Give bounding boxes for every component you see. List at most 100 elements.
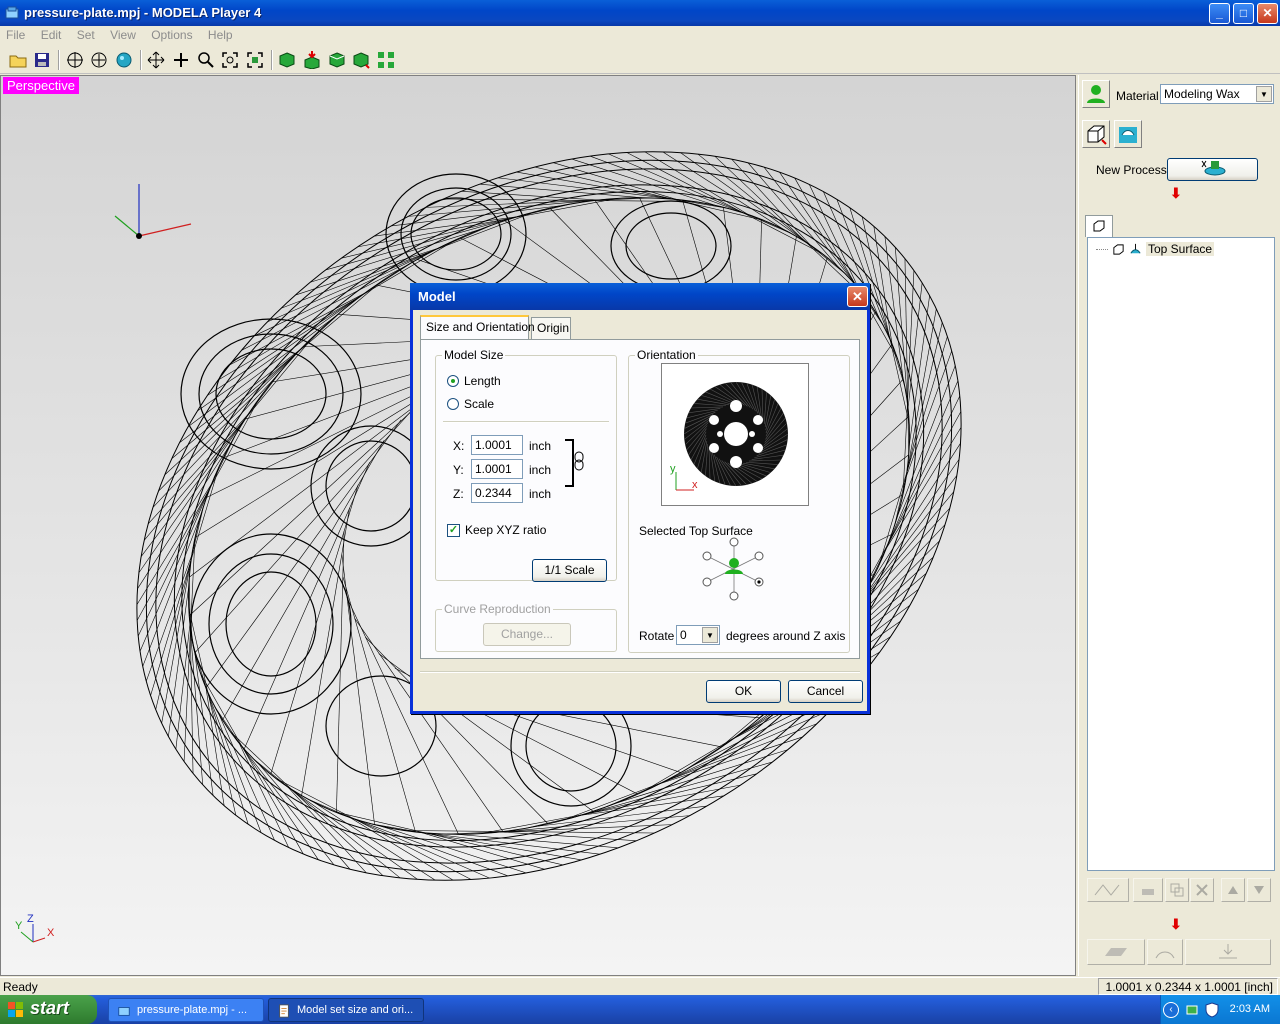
render-sphere-icon[interactable] bbox=[113, 49, 135, 71]
menu-bar: File Edit Set View Options Help bbox=[0, 26, 1280, 44]
x-label: X: bbox=[453, 439, 465, 453]
open-folder-icon[interactable] bbox=[7, 49, 29, 71]
tab-size-orientation[interactable]: Size and Orientation bbox=[420, 315, 535, 339]
security-shield-icon[interactable] bbox=[1205, 1002, 1219, 1021]
zoom-icon[interactable] bbox=[195, 49, 217, 71]
check-icon: ✓ bbox=[447, 523, 460, 537]
radio-dot bbox=[447, 398, 459, 410]
tab-origin[interactable]: Origin bbox=[531, 317, 571, 339]
orientation-preview: y x bbox=[661, 363, 809, 506]
box-outline-icon[interactable] bbox=[1082, 120, 1110, 148]
x-size-input[interactable]: 1.0001 bbox=[471, 435, 523, 455]
y-size-input[interactable]: 1.0001 bbox=[471, 459, 523, 479]
menu-help[interactable]: Help bbox=[202, 26, 239, 42]
change-button[interactable]: Change... bbox=[483, 623, 571, 646]
title-bar: pressure-plate.mpj - MODELA Player 4 _ □… bbox=[0, 0, 1280, 26]
dialog-title: Model bbox=[418, 289, 456, 304]
corner-axis-triad: Z X Y bbox=[15, 913, 55, 943]
process-tree[interactable]: Top Surface bbox=[1087, 237, 1275, 871]
clock: 2:03 AM bbox=[1229, 1003, 1270, 1015]
orientation-legend: Orientation bbox=[637, 348, 696, 362]
cancel-button[interactable]: Cancel bbox=[788, 680, 863, 703]
axis-label-y: Y bbox=[15, 920, 23, 932]
dialog-close-button[interactable]: ✕ bbox=[847, 286, 868, 307]
one-to-one-scale-button[interactable]: 1/1 Scale bbox=[532, 559, 607, 582]
toolpath-icon[interactable] bbox=[1087, 878, 1129, 902]
box-icon bbox=[1113, 243, 1124, 255]
preview-tool-icon[interactable] bbox=[1147, 939, 1183, 965]
zoom-extents-icon[interactable] bbox=[219, 49, 241, 71]
ok-button[interactable]: OK bbox=[706, 680, 781, 703]
taskbar: start pressure-plate.mpj - ... Model set… bbox=[0, 995, 1280, 1024]
minimize-button[interactable]: _ bbox=[1209, 3, 1230, 24]
link-ratio-icon[interactable] bbox=[561, 438, 591, 488]
z-size-input[interactable]: 0.2344 bbox=[471, 483, 523, 503]
user-icon[interactable] bbox=[1082, 80, 1110, 108]
task-pressure-plate[interactable]: pressure-plate.mpj - ... bbox=[108, 998, 264, 1022]
length-label: Length bbox=[464, 374, 501, 388]
model-side-icon[interactable] bbox=[350, 49, 372, 71]
tray-expand-icon[interactable]: ‹ bbox=[1163, 1002, 1179, 1018]
curve-legend: Curve Reproduction bbox=[444, 602, 551, 616]
scale-radio[interactable]: Scale bbox=[447, 397, 494, 411]
model-dimensions-status: 1.0001 x 0.2344 x 1.0001 [inch] bbox=[1098, 978, 1278, 995]
rotate-icon[interactable] bbox=[145, 49, 167, 71]
x-unit: inch bbox=[529, 439, 552, 453]
tree-tab[interactable] bbox=[1085, 215, 1113, 237]
pan-icon[interactable] bbox=[170, 49, 192, 71]
length-radio[interactable]: Length bbox=[447, 374, 501, 388]
cut-icon[interactable] bbox=[1185, 939, 1271, 965]
model-down-icon[interactable] bbox=[301, 49, 323, 71]
divider bbox=[420, 671, 860, 673]
view-target-icon[interactable] bbox=[64, 49, 86, 71]
axis-label-z: Z bbox=[27, 913, 34, 925]
move-up-icon[interactable] bbox=[1221, 878, 1245, 902]
view-fit-icon[interactable] bbox=[88, 49, 110, 71]
perspective-label: Perspective bbox=[3, 77, 79, 94]
fit-model-icon[interactable] bbox=[244, 49, 266, 71]
move-down-icon[interactable] bbox=[1247, 878, 1271, 902]
material-select[interactable]: Modeling Wax ▼ bbox=[1160, 84, 1274, 104]
process-panel: Material Modeling Wax ▼ New Process ⬇ To… bbox=[1078, 75, 1280, 976]
model-cube-icon[interactable] bbox=[276, 49, 298, 71]
axis-label-x: X bbox=[47, 927, 55, 939]
edit-process-icon[interactable] bbox=[1133, 878, 1163, 902]
start-button[interactable]: start bbox=[0, 995, 97, 1024]
chevron-down-icon: ▼ bbox=[702, 627, 718, 643]
maximize-button[interactable]: □ bbox=[1233, 3, 1254, 24]
radio-dot bbox=[447, 375, 459, 387]
rotate-label: Rotate bbox=[639, 629, 675, 643]
z-label: Z: bbox=[453, 487, 464, 501]
close-button[interactable]: ✕ bbox=[1257, 3, 1278, 24]
surface-icon[interactable] bbox=[1114, 120, 1142, 148]
menu-edit[interactable]: Edit bbox=[35, 26, 68, 42]
preview-x-label: x bbox=[692, 479, 698, 491]
model-top-icon[interactable] bbox=[326, 49, 348, 71]
menu-file[interactable]: File bbox=[0, 26, 31, 42]
layout-icon[interactable] bbox=[375, 49, 397, 71]
material-label: Material bbox=[1116, 89, 1159, 103]
new-process-button[interactable] bbox=[1167, 158, 1258, 181]
keep-ratio-checkbox[interactable]: ✓ Keep XYZ ratio bbox=[447, 523, 546, 537]
toolbar bbox=[0, 46, 1280, 74]
y-unit: inch bbox=[529, 463, 552, 477]
copy-icon[interactable] bbox=[1165, 878, 1189, 902]
tree-item-top-surface[interactable]: Top Surface bbox=[1096, 242, 1215, 256]
box-icon bbox=[1093, 220, 1105, 232]
rotate-select[interactable]: 0 ▼ bbox=[676, 625, 720, 645]
task-label: Model set size and ori... bbox=[297, 1004, 414, 1016]
app-icon bbox=[118, 1007, 130, 1016]
task-model-dialog[interactable]: Model set size and ori... bbox=[268, 998, 424, 1022]
model-preview-image: y x bbox=[670, 381, 789, 491]
menu-view[interactable]: View bbox=[104, 26, 142, 42]
save-icon[interactable] bbox=[31, 49, 53, 71]
menu-options[interactable]: Options bbox=[145, 26, 198, 42]
menu-set[interactable]: Set bbox=[71, 26, 101, 42]
arrow-down-icon: ⬇ bbox=[1170, 185, 1182, 201]
delete-icon[interactable] bbox=[1190, 878, 1214, 902]
top-surface-selector[interactable] bbox=[699, 536, 769, 602]
network-icon[interactable] bbox=[1185, 1002, 1201, 1021]
preview-y-label: y bbox=[670, 463, 676, 475]
preview-cut-icon[interactable] bbox=[1087, 939, 1145, 965]
app-icon bbox=[4, 5, 20, 21]
